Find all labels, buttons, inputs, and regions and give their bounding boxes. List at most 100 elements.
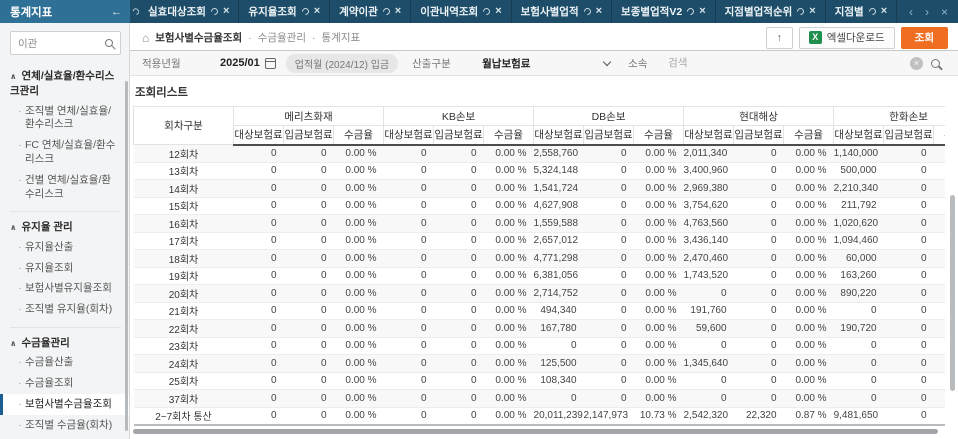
tab-item[interactable]: 실효대상조회 ×: [139, 0, 240, 23]
table-row[interactable]: 25회차 0 0 0.00 % 0 0 0.00 % 108,340 0 0.00 % 0 0 0.00…: [133, 372, 945, 390]
tab-refresh-icon[interactable]: [381, 6, 392, 17]
sub-column-header[interactable]: 대상보험료: [233, 125, 284, 146]
scroll-top-button[interactable]: ↑: [765, 26, 793, 49]
tab-close-icon[interactable]: ×: [699, 6, 705, 17]
value-cell: 0: [583, 319, 634, 338]
tab-refresh-icon[interactable]: [300, 6, 311, 17]
company-group-header[interactable]: 현대해상: [683, 106, 835, 126]
tab-item[interactable]: 보종별업적V2 ×: [612, 0, 716, 23]
table-row[interactable]: 12회차 0 0 0.00 % 0 0 0.00 % 2,558,760 0 0.00 % 2,01…: [133, 144, 945, 163]
sub-column-header[interactable]: 수금율: [482, 125, 535, 146]
sub-column-header[interactable]: 입금보험료: [433, 125, 484, 146]
sub-column-header[interactable]: 입금보험료: [283, 125, 334, 146]
table-row-total[interactable]: 2~7회차 통산 0 0 0.00 % 0 0 0.00 % 20,011,239 2,147,…: [133, 406, 945, 426]
column-header-round[interactable]: 회차구분: [133, 106, 234, 145]
sidebar-item[interactable]: 수금율조회: [10, 373, 121, 394]
table-row[interactable]: 19회차 0 0 0.00 % 0 0 0.00 % 6,381,056 0 0.00 % 1,74…: [133, 267, 945, 285]
company-group-header[interactable]: KB손보: [382, 106, 535, 126]
apply-month-field[interactable]: 2025/01: [220, 57, 276, 69]
sub-column-header[interactable]: 수금율: [633, 125, 685, 146]
sidebar-section-title[interactable]: ∧ 연체/실효율/환수리스크관리: [10, 68, 121, 98]
tab-item[interactable]: 유지율조회 ×: [239, 0, 331, 23]
tab-close-icon[interactable]: ×: [809, 6, 815, 17]
sidebar-search-input[interactable]: [18, 37, 98, 49]
table-row[interactable]: 15회차 0 0 0.00 % 0 0 0.00 % 4,627,908 0 0.00 % 3,75…: [133, 197, 945, 215]
company-group-header[interactable]: 한화손보: [833, 106, 945, 126]
table-row[interactable]: 22회차 0 0 0.00 % 0 0 0.00 % 167,780 0 0.00 % 59,600…: [133, 319, 945, 338]
tab-refresh-icon[interactable]: [795, 6, 806, 17]
tab-close-icon[interactable]: ×: [223, 6, 229, 17]
sidebar-item[interactable]: 조직별 연체/실효율/환수리스크: [10, 101, 121, 136]
sidebar-item[interactable]: FC 연체/실효율/환수리스크: [10, 136, 121, 171]
company-group-header[interactable]: 메리츠화재: [233, 106, 384, 126]
home-icon[interactable]: ⌂: [142, 32, 149, 44]
tab-close-icon[interactable]: ×: [395, 6, 401, 17]
sidebar-item[interactable]: 보험사별유지율조회: [10, 279, 121, 300]
dept-search-input[interactable]: [668, 57, 910, 69]
tab-item[interactable]: 계약이관 ×: [330, 0, 412, 23]
table-row[interactable]: 23회차 0 0 0.00 % 0 0 0.00 % 0 0 0.00 % 0 0 0.00 % 0 0: [133, 337, 945, 355]
sub-column-header[interactable]: 입금보험료: [733, 125, 785, 146]
sidebar-item[interactable]: 조직별 수금율(회차): [10, 415, 121, 436]
table-row[interactable]: 18회차 0 0 0.00 % 0 0 0.00 % 4,771,298 0 0.00 % 2,47…: [133, 249, 945, 268]
sub-column-header[interactable]: 대상보험료: [383, 125, 434, 146]
table-row[interactable]: 17회차 0 0 0.00 % 0 0 0.00 % 2,657,012 0 0.00 % 3,43…: [133, 232, 945, 250]
tab-close-icon[interactable]: ×: [314, 6, 320, 17]
value-cell: 0: [283, 284, 334, 303]
tab-item[interactable]: 이관내역조회 ×: [411, 0, 512, 23]
value-cell: 0.00 %: [633, 144, 684, 163]
company-group-header[interactable]: DB손보: [533, 106, 685, 126]
calendar-icon[interactable]: [264, 57, 276, 69]
tab-refresh-icon[interactable]: [481, 6, 492, 17]
sidebar-section-title[interactable]: ∧ 유지율 관리: [10, 219, 121, 234]
table-row[interactable]: 16회차 0 0 0.00 % 0 0 0.00 % 1,559,588 0 0.00 % 4,76…: [133, 214, 945, 233]
tab-close-icon[interactable]: ×: [881, 6, 887, 17]
calc-type-select[interactable]: 월납보험료: [482, 56, 612, 71]
sidebar-item[interactable]: 수금율산출: [10, 353, 121, 374]
tab-refresh-icon[interactable]: [209, 6, 220, 17]
clear-icon[interactable]: ×: [910, 56, 923, 70]
table-row[interactable]: 24회차 0 0 0.00 % 0 0 0.00 % 125,500 0 0.00 % 1,345,…: [133, 354, 945, 373]
excel-download-button[interactable]: X 엑셀다운로드: [798, 26, 895, 49]
tab-close-icon[interactable]: ×: [495, 6, 501, 17]
sidebar-item[interactable]: 유지율조회: [10, 258, 121, 279]
sidebar-item[interactable]: 조직별 유지율(회차): [10, 300, 121, 321]
tabs-close-icon[interactable]: ×: [941, 5, 948, 19]
search-icon[interactable]: [105, 39, 113, 47]
sidebar-collapse-icon[interactable]: ←: [111, 6, 122, 18]
tab-refresh-icon[interactable]: [582, 6, 593, 17]
tab-scroll-right-icon[interactable]: ›: [925, 5, 929, 19]
value-cell: 125,500: [533, 354, 584, 373]
sub-column-header[interactable]: 수금율: [933, 125, 945, 146]
search-icon[interactable]: [931, 58, 940, 68]
tab-close-icon[interactable]: ×: [596, 6, 602, 17]
sidebar-item[interactable]: 건별 연체/실효율/환수리스크: [10, 170, 121, 205]
vertical-scrollbar[interactable]: [950, 195, 955, 391]
sub-column-header[interactable]: 대상보험료: [683, 125, 735, 146]
sidebar-search-box[interactable]: [10, 31, 121, 55]
sub-column-header[interactable]: 대상보험료: [833, 125, 885, 146]
sub-column-header[interactable]: 입금보험료: [883, 125, 935, 146]
horizontal-scrollbar[interactable]: [133, 429, 938, 434]
sidebar-section-title[interactable]: ∧ 수금율관리: [10, 335, 121, 350]
tab-refresh-icon[interactable]: [685, 6, 696, 17]
tab-item[interactable]: 지점별 ×: [826, 0, 898, 23]
tab-item[interactable]: 보험사별업적 ×: [512, 0, 613, 23]
sub-column-header[interactable]: 수금율: [333, 125, 384, 146]
table-row[interactable]: 13회차 0 0 0.00 % 0 0 0.00 % 5,324,148 0 0.00 % 3,40…: [133, 162, 945, 180]
query-button[interactable]: 조회: [900, 26, 948, 49]
sub-column-header[interactable]: 수금율: [783, 125, 835, 146]
tab-refresh-icon[interactable]: [867, 6, 878, 17]
table-row[interactable]: 21회차 0 0 0.00 % 0 0 0.00 % 494,340 0 0.00 % 191,76…: [133, 302, 945, 320]
sidebar-item[interactable]: 유지율산출: [10, 237, 121, 258]
table-row[interactable]: 20회차 0 0 0.00 % 0 0 0.00 % 2,714,752 0 0.00 % 0 0 0.…: [133, 284, 945, 303]
sidebar-item-active[interactable]: 보험사별수금율조회: [0, 394, 129, 416]
table-row[interactable]: 37회차 0 0 0.00 % 0 0 0.00 % 0 0 0.00 % 0 0 0.00 % 0 0: [133, 389, 945, 408]
value-cell: 0.00 %: [333, 232, 384, 250]
table-row[interactable]: 14회차 0 0 0.00 % 0 0 0.00 % 1,541,724 0 0.00 % 2,96…: [133, 179, 945, 198]
tab-scroll-left-icon[interactable]: ‹: [909, 5, 913, 19]
sidebar-scrollbar[interactable]: [125, 81, 128, 431]
tab-item[interactable]: 지점별업적순위 ×: [716, 0, 826, 23]
sub-column-header[interactable]: 대상보험료: [533, 125, 585, 146]
sub-column-header[interactable]: 입금보험료: [583, 125, 635, 146]
